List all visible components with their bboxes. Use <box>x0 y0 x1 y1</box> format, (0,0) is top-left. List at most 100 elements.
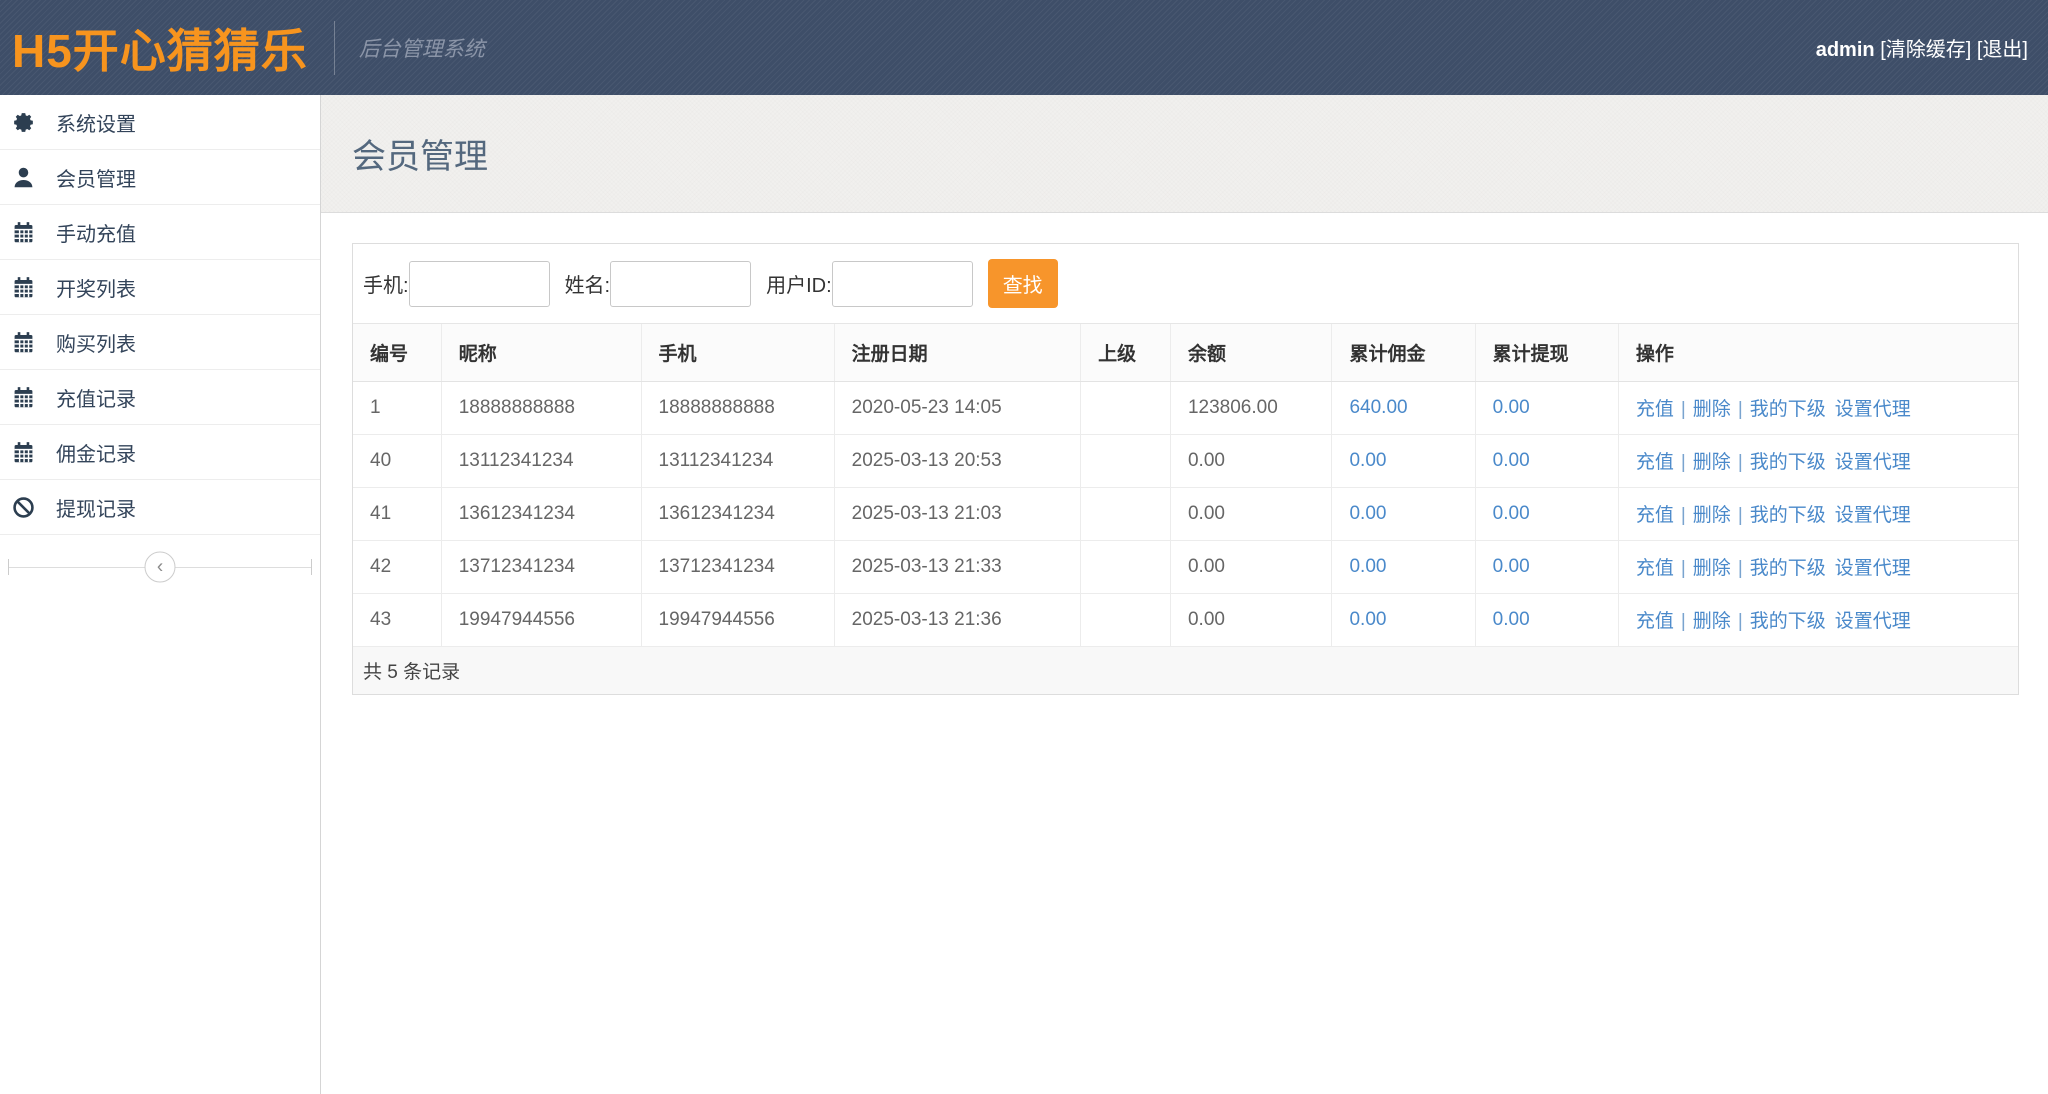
sidebar-item-purchase-list[interactable]: 购买列表 <box>0 315 320 370</box>
name-label: 姓名: <box>565 269 611 298</box>
action-set-agent[interactable]: 设置代理 <box>1835 505 1911 526</box>
commission-link[interactable]: 0.00 <box>1349 609 1386 630</box>
col-nickname: 昵称 <box>441 324 641 381</box>
cell-phone: 19947944556 <box>641 593 834 646</box>
cell-nickname: 18888888888 <box>441 381 641 434</box>
sidebar-collapse-button[interactable]: ‹ <box>145 552 176 583</box>
cell-id: 40 <box>353 434 441 487</box>
chevron-left-icon: ‹ <box>157 556 163 578</box>
withdraw-link[interactable]: 0.00 <box>1493 397 1530 418</box>
sidebar-item-manual-recharge[interactable]: 手动充值 <box>0 205 320 260</box>
action-set-agent[interactable]: 设置代理 <box>1835 399 1911 420</box>
cell-reg-date: 2025-03-13 21:36 <box>834 593 1080 646</box>
cell-actions: 充值|删除|我的下级设置代理 <box>1618 593 2018 646</box>
col-id: 编号 <box>353 324 441 381</box>
table-row: 41 13612341234 13612341234 2025-03-13 21… <box>353 487 2018 540</box>
name-input[interactable] <box>610 261 751 307</box>
cell-parent <box>1081 593 1171 646</box>
withdraw-link[interactable]: 0.00 <box>1493 556 1530 577</box>
calendar-icon <box>12 441 35 464</box>
action-subordinates[interactable]: 我的下级 <box>1750 558 1826 579</box>
phone-input[interactable] <box>409 261 550 307</box>
action-set-agent[interactable]: 设置代理 <box>1835 558 1911 579</box>
cell-id: 43 <box>353 593 441 646</box>
app-subtitle: 后台管理系统 <box>359 33 485 63</box>
action-delete[interactable]: 删除 <box>1693 611 1731 632</box>
table-row: 43 19947944556 19947944556 2025-03-13 21… <box>353 593 2018 646</box>
search-bar: 手机: 姓名: 用户ID: 查找 <box>353 244 2018 324</box>
sidebar-item-label: 提现记录 <box>56 493 136 522</box>
action-subordinates[interactable]: 我的下级 <box>1750 452 1826 473</box>
logout-link[interactable]: [退出] <box>1977 39 2028 61</box>
commission-link[interactable]: 640.00 <box>1349 397 1407 418</box>
cell-nickname: 13612341234 <box>441 487 641 540</box>
phone-label: 手机: <box>363 269 409 298</box>
page-header-band: 会员管理 <box>321 95 2048 213</box>
collapse-tick <box>311 559 312 575</box>
col-withdraw: 累计提现 <box>1475 324 1618 381</box>
action-recharge[interactable]: 充值 <box>1636 399 1674 420</box>
user-icon <box>12 166 35 189</box>
action-set-agent[interactable]: 设置代理 <box>1835 611 1911 632</box>
sidebar: 系统设置 会员管理 手动充值 开奖列表 购买列表 <box>0 95 321 1094</box>
withdraw-link[interactable]: 0.00 <box>1493 609 1530 630</box>
sidebar-item-member-management[interactable]: 会员管理 <box>0 150 320 205</box>
sidebar-item-label: 购买列表 <box>56 328 136 357</box>
cell-balance: 0.00 <box>1170 540 1332 593</box>
userid-label: 用户ID: <box>766 269 832 298</box>
cell-parent <box>1081 381 1171 434</box>
cell-parent <box>1081 540 1171 593</box>
action-delete[interactable]: 删除 <box>1693 505 1731 526</box>
action-set-agent[interactable]: 设置代理 <box>1835 452 1911 473</box>
action-recharge[interactable]: 充值 <box>1636 505 1674 526</box>
cell-reg-date: 2020-05-23 14:05 <box>834 381 1080 434</box>
clear-cache-link[interactable]: [清除缓存] <box>1880 39 1971 61</box>
sidebar-item-label: 佣金记录 <box>56 438 136 467</box>
action-subordinates[interactable]: 我的下级 <box>1750 611 1826 632</box>
cell-phone: 13112341234 <box>641 434 834 487</box>
action-delete[interactable]: 删除 <box>1693 452 1731 473</box>
cell-actions: 充值|删除|我的下级设置代理 <box>1618 487 2018 540</box>
cell-reg-date: 2025-03-13 21:03 <box>834 487 1080 540</box>
cell-parent <box>1081 434 1171 487</box>
action-delete[interactable]: 删除 <box>1693 558 1731 579</box>
search-group-phone: 手机: <box>363 261 550 307</box>
sidebar-item-recharge-records[interactable]: 充值记录 <box>0 370 320 425</box>
action-recharge[interactable]: 充值 <box>1636 558 1674 579</box>
commission-link[interactable]: 0.00 <box>1349 450 1386 471</box>
member-panel: 手机: 姓名: 用户ID: 查找 <box>352 243 2019 695</box>
table-row: 40 13112341234 13112341234 2025-03-13 20… <box>353 434 2018 487</box>
table-row: 1 18888888888 18888888888 2020-05-23 14:… <box>353 381 2018 434</box>
withdraw-link[interactable]: 0.00 <box>1493 503 1530 524</box>
cell-phone: 18888888888 <box>641 381 834 434</box>
search-group-userid: 用户ID: <box>766 261 973 307</box>
search-button[interactable]: 查找 <box>988 259 1058 308</box>
commission-link[interactable]: 0.00 <box>1349 503 1386 524</box>
withdraw-link[interactable]: 0.00 <box>1493 450 1530 471</box>
cell-id: 1 <box>353 381 441 434</box>
cell-reg-date: 2025-03-13 20:53 <box>834 434 1080 487</box>
table-header-row: 编号 昵称 手机 注册日期 上级 余额 累计佣金 累计提现 操作 <box>353 324 2018 381</box>
sidebar-item-commission-records[interactable]: 佣金记录 <box>0 425 320 480</box>
record-count: 共 5 条记录 <box>363 657 460 684</box>
cell-phone: 13612341234 <box>641 487 834 540</box>
cell-actions: 充值|删除|我的下级设置代理 <box>1618 434 2018 487</box>
cell-actions: 充值|删除|我的下级设置代理 <box>1618 540 2018 593</box>
action-delete[interactable]: 删除 <box>1693 399 1731 420</box>
search-group-name: 姓名: <box>565 261 752 307</box>
cell-phone: 13712341234 <box>641 540 834 593</box>
sidebar-item-withdraw-records[interactable]: 提现记录 <box>0 480 320 535</box>
action-recharge[interactable]: 充值 <box>1636 452 1674 473</box>
user-name: admin <box>1816 39 1875 61</box>
userid-input[interactable] <box>832 261 973 307</box>
col-reg-date: 注册日期 <box>834 324 1080 381</box>
cell-balance: 0.00 <box>1170 593 1332 646</box>
sidebar-item-lottery-list[interactable]: 开奖列表 <box>0 260 320 315</box>
sidebar-item-system-settings[interactable]: 系统设置 <box>0 95 320 150</box>
app-logo: H5开心猜猜乐 <box>0 15 334 81</box>
main-content: 会员管理 手机: 姓名: 用户ID: 查找 <box>321 95 2048 1094</box>
action-recharge[interactable]: 充值 <box>1636 611 1674 632</box>
commission-link[interactable]: 0.00 <box>1349 556 1386 577</box>
action-subordinates[interactable]: 我的下级 <box>1750 505 1826 526</box>
action-subordinates[interactable]: 我的下级 <box>1750 399 1826 420</box>
